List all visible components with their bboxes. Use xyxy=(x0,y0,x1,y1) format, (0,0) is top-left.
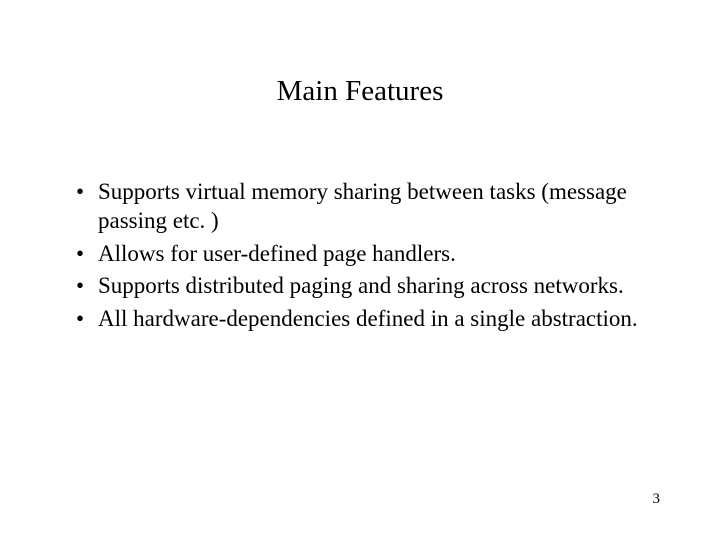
slide-title: Main Features xyxy=(70,75,650,108)
slide: Main Features Supports virtual memory sh… xyxy=(0,0,720,540)
bullet-list: Supports virtual memory sharing between … xyxy=(70,178,650,334)
list-item: Supports distributed paging and sharing … xyxy=(70,272,650,301)
list-item: All hardware-dependencies defined in a s… xyxy=(70,305,650,334)
list-item: Allows for user-defined page handlers. xyxy=(70,240,650,269)
page-number: 3 xyxy=(653,491,661,508)
list-item: Supports virtual memory sharing between … xyxy=(70,178,650,236)
